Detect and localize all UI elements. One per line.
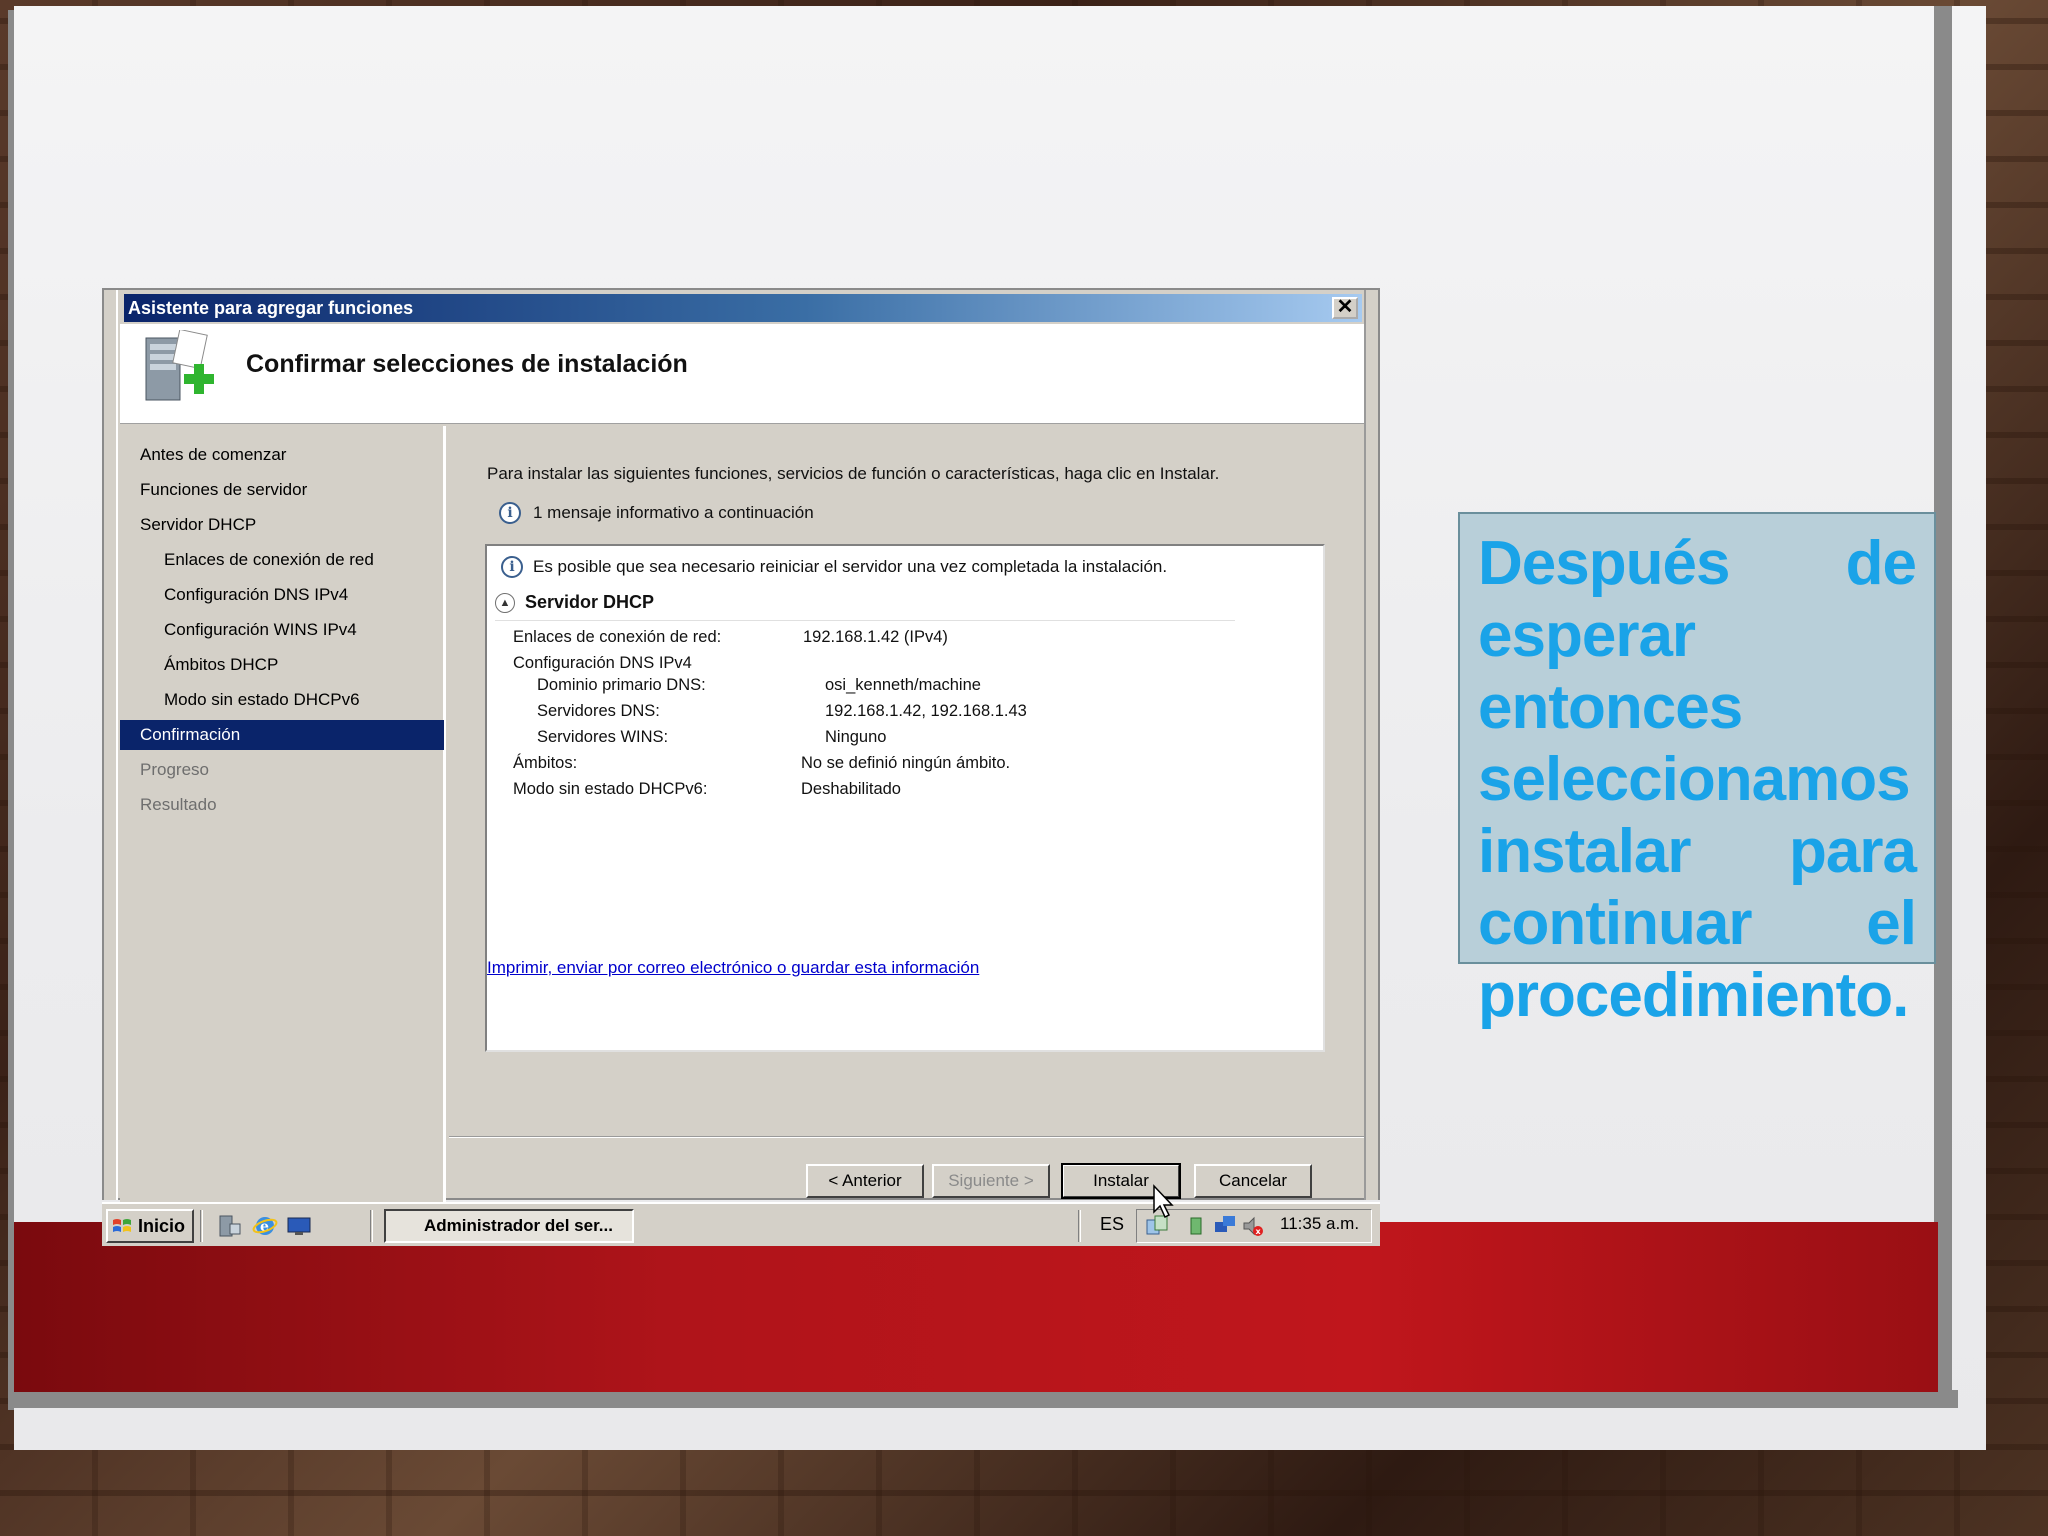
safely-remove-icon[interactable] — [1187, 1214, 1209, 1238]
band-shadow — [10, 1390, 1958, 1408]
section-title: Servidor DHCP — [525, 592, 655, 612]
red-band — [14, 1222, 1938, 1392]
nav-item-resultado: Resultado — [140, 795, 217, 814]
nav-item-wins-ipv4[interactable]: Configuración WINS IPv4 — [120, 615, 444, 645]
page-title: Confirmar selecciones de instalación — [246, 350, 688, 378]
row-value-enlaces: 192.168.1.42 (IPv4) — [803, 628, 948, 646]
cancel-button[interactable]: Cancelar — [1194, 1164, 1312, 1198]
row-label-enlaces: Enlaces de conexión de red: — [513, 628, 722, 646]
server-manager-icon[interactable] — [216, 1214, 242, 1238]
server-add-icon — [145, 330, 214, 401]
mouse-cursor-icon — [1153, 1184, 1174, 1219]
section-divider — [495, 620, 1235, 621]
nav-item-antes-de-comenzar[interactable]: Antes de comenzar — [120, 440, 444, 470]
taskbar-app-label: Administrador del ser... — [424, 1216, 613, 1235]
warning-text: Es posible que sea necesario reiniciar e… — [533, 557, 1168, 576]
nav-item-funciones-de-servidor[interactable]: Funciones de servidor — [120, 475, 444, 505]
row-value-modo: Deshabilitado — [801, 780, 901, 798]
svg-text:x: x — [1256, 1227, 1262, 1236]
window-titlebar[interactable]: Asistente para agregar funciones ✕ — [124, 294, 1362, 322]
slide-right-shade — [1934, 6, 1952, 1406]
wizard-nav: Antes de comenzar Funciones de servidor … — [120, 426, 446, 1202]
button-separator — [449, 1136, 1364, 1138]
window-title: Asistente para agregar funciones — [128, 298, 414, 318]
windows-logo-icon — [113, 1219, 131, 1232]
row-label-modo: Modo sin estado DHCPv6: — [513, 780, 708, 798]
row-value-wins: Ninguno — [825, 728, 887, 746]
print-save-link[interactable]: Imprimir, enviar por correo electrónico … — [487, 958, 979, 978]
section-dhcp-header[interactable]: ▲ Servidor DHCP — [495, 592, 654, 613]
collapse-icon[interactable]: ▲ — [495, 592, 515, 613]
clock[interactable]: 11:35 a.m. — [1280, 1214, 1359, 1234]
nav-item-enlaces[interactable]: Enlaces de conexión de red — [120, 545, 444, 575]
taskbar-app-button[interactable]: Administrador del ser... — [384, 1209, 634, 1243]
intro-text: Para instalar las siguientes funciones, … — [487, 464, 1220, 483]
nav-item-confirmacion[interactable]: Confirmación — [120, 720, 444, 750]
connections-icon[interactable] — [1213, 1214, 1237, 1238]
window-right-frame — [1364, 290, 1378, 1200]
caption-box: Después de esperar entonces seleccionamo… — [1458, 512, 1936, 1030]
row-label-wins: Servidores WINS: — [537, 728, 669, 746]
warning-line: i Es posible que sea necesario reiniciar… — [501, 556, 1167, 578]
row-label-dominio: Dominio primario DNS: — [537, 676, 706, 694]
nav-item-dhcpv6[interactable]: Modo sin estado DHCPv6 — [120, 685, 444, 715]
row-value-dns-servers: 192.168.1.42, 192.168.1.43 — [825, 702, 1027, 720]
info-icon: i — [501, 556, 523, 578]
nav-item-progreso: Progreso — [140, 760, 209, 779]
next-button: Siguiente > — [932, 1164, 1050, 1198]
row-value-ambitos: No se definió ningún ámbito. — [801, 754, 1011, 772]
wizard-content: Para instalar las siguientes funciones, … — [449, 426, 1364, 1122]
row-value-dominio: osi_kenneth/machine — [825, 676, 981, 694]
close-icon: ✕ — [1336, 296, 1354, 318]
info-message-line: i 1 mensaje informativo a continuación — [499, 502, 814, 524]
start-button[interactable]: Inicio — [106, 1209, 194, 1243]
show-desktop-icon[interactable] — [286, 1214, 312, 1238]
info-message: 1 mensaje informativo a continuación — [533, 503, 814, 522]
row-label-dns-config: Configuración DNS IPv4 — [513, 654, 692, 672]
nav-item-ambitos[interactable]: Ámbitos DHCP — [120, 650, 444, 680]
taskbar-separator — [200, 1210, 203, 1242]
language-indicator[interactable]: ES — [1100, 1214, 1124, 1235]
close-button[interactable]: ✕ — [1332, 297, 1358, 319]
nav-item-dns-ipv4[interactable]: Configuración DNS IPv4 — [120, 580, 444, 610]
window-left-frame — [104, 290, 118, 1200]
wizard-header: Confirmar selecciones de instalación — [120, 324, 1364, 424]
internet-explorer-icon[interactable]: e — [252, 1214, 278, 1238]
caption-text: Después de esperar entonces seleccionamo… — [1478, 529, 1917, 1030]
row-label-dns-servers: Servidores DNS: — [537, 702, 660, 720]
start-label: Inicio — [138, 1216, 186, 1236]
volume-muted-icon[interactable]: x — [1241, 1214, 1265, 1238]
nav-item-servidor-dhcp[interactable]: Servidor DHCP — [120, 510, 444, 540]
info-icon: i — [499, 502, 521, 524]
add-roles-wizard-window: Asistente para agregar funciones ✕ Confi… — [102, 288, 1380, 1202]
row-label-ambitos: Ámbitos: — [513, 754, 578, 772]
taskbar-separator — [1078, 1210, 1081, 1242]
taskbar: Inicio e Administrador del ser... ES x 1… — [102, 1202, 1380, 1246]
taskbar-separator — [370, 1210, 373, 1242]
back-button[interactable]: < Anterior — [806, 1164, 924, 1198]
